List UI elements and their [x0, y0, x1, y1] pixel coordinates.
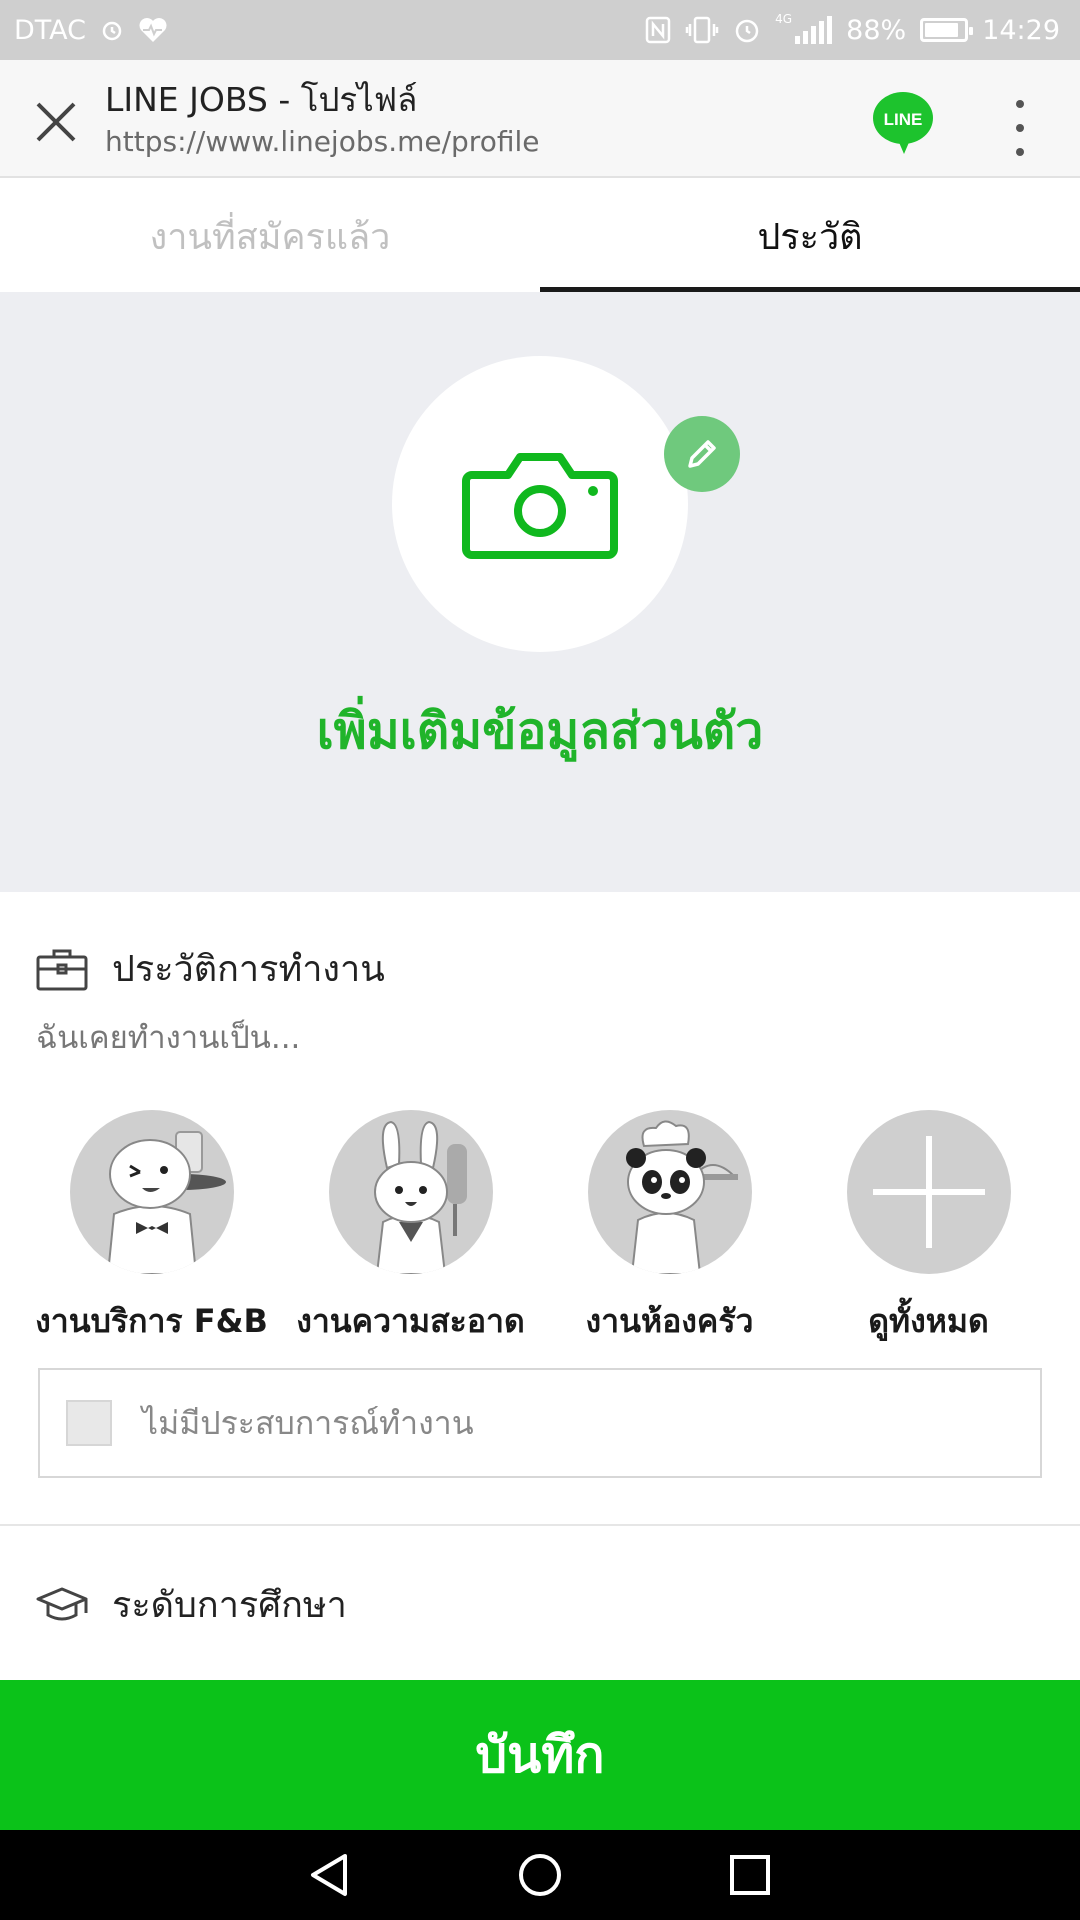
tab-profile-history[interactable]: ประวัติ [540, 180, 1080, 292]
close-button[interactable] [24, 90, 88, 154]
more-dot [1016, 100, 1024, 108]
clock: 14:29 [982, 14, 1060, 46]
profile-area: เพิ่มเติมข้อมูลส่วนตัว [0, 292, 1080, 892]
pencil-icon [688, 440, 716, 468]
vibrate-icon [685, 16, 719, 44]
category-kitchen[interactable]: งานห้องครัว [550, 1110, 790, 1347]
work-history-heading: ประวัติการทำงาน [36, 940, 385, 997]
plus-icon [846, 1110, 1011, 1274]
category-label: งานห้องครัว [585, 1302, 754, 1340]
add-personal-info-link[interactable]: เพิ่มเติมข้อมูลส่วนตัว [0, 692, 1080, 771]
line-logo-button[interactable]: LINE [872, 90, 934, 156]
home-button[interactable] [510, 1845, 570, 1905]
back-icon [311, 1854, 347, 1896]
category-view-all[interactable]: ดูทั้งหมด [809, 1110, 1049, 1347]
more-options-button[interactable] [1000, 98, 1040, 158]
tab-bar: งานที่สมัครแล้ว ประวัติ [0, 180, 1080, 292]
back-button[interactable] [300, 1845, 360, 1905]
page-url: https://www.linejobs.me/profile [105, 125, 540, 158]
status-left: DTAC [14, 15, 168, 46]
briefcase-icon [36, 949, 88, 990]
tab-applied-jobs[interactable]: งานที่สมัครแล้ว [0, 180, 540, 292]
browser-header: LINE JOBS - โปรไฟล์ https://www.linejobs… [0, 60, 1080, 178]
page-info: LINE JOBS - โปรไฟล์ https://www.linejobs… [105, 78, 539, 162]
battery-fill [925, 23, 959, 37]
signal-icon: 4G [775, 12, 833, 44]
education-heading: ระดับการศึกษา [36, 1576, 347, 1633]
health-icon [139, 18, 167, 42]
no-experience-label: ไม่มีประสบการณ์ทำงาน [142, 1403, 474, 1442]
carrier-label: DTAC [14, 14, 87, 46]
graduation-cap-icon [36, 1587, 88, 1620]
status-right: 4G 88% 14:29 [645, 12, 1060, 46]
battery-percent: 88% [846, 14, 907, 46]
status-bar: DTAC 4G 88% 14:29 [0, 0, 1080, 60]
category-label: ดูทั้งหมด [868, 1302, 989, 1340]
category-label: งานบริการ F&B [35, 1302, 268, 1340]
education-title: ระดับการศึกษา [112, 1585, 347, 1626]
work-history-title: ประวัติการทำงาน [112, 949, 385, 990]
chef-character-icon [587, 1110, 752, 1274]
category-cleaning[interactable]: งานความสะอาด [291, 1110, 531, 1347]
system-nav-bar [0, 1830, 1080, 1920]
alarm-icon [102, 21, 122, 41]
page-title: LINE JOBS - โปรไฟล์ [105, 80, 418, 119]
save-button[interactable]: บันทึก [0, 1680, 1080, 1830]
camera-icon [462, 453, 618, 559]
waiter-character-icon [69, 1110, 234, 1274]
no-experience-checkbox[interactable] [66, 1400, 112, 1446]
category-fnb[interactable]: งานบริการ F&B [32, 1110, 272, 1347]
category-label: งานความสะอาด [296, 1302, 525, 1340]
no-experience-option[interactable]: ไม่มีประสบการณ์ทำงาน [38, 1368, 1042, 1478]
line-logo-icon: LINE [873, 92, 933, 154]
more-dot [1016, 148, 1024, 156]
work-history-subtitle: ฉันเคยทำงานเป็น... [36, 1020, 301, 1056]
edit-photo-button[interactable] [664, 416, 740, 492]
cleaner-character-icon [328, 1110, 493, 1274]
alarm-status-icon [735, 19, 759, 43]
line-logo-text: LINE [884, 110, 923, 129]
battery-icon [920, 18, 974, 42]
close-icon [36, 102, 76, 142]
education-section[interactable]: ระดับการศึกษา [0, 1526, 1080, 1680]
job-category-list: งานบริการ F&B งานความสะอาด งานห้องครัว ด… [0, 1110, 1080, 1347]
home-icon [519, 1854, 561, 1896]
work-history-section: ประวัติการทำงาน ฉันเคยทำงานเป็น... งานบร… [0, 892, 1080, 1526]
more-dot [1016, 124, 1024, 132]
recents-icon [730, 1855, 770, 1895]
network-type-label: 4G [775, 12, 793, 26]
recents-button[interactable] [720, 1845, 780, 1905]
avatar-upload[interactable] [392, 356, 688, 652]
nfc-icon [645, 16, 671, 44]
